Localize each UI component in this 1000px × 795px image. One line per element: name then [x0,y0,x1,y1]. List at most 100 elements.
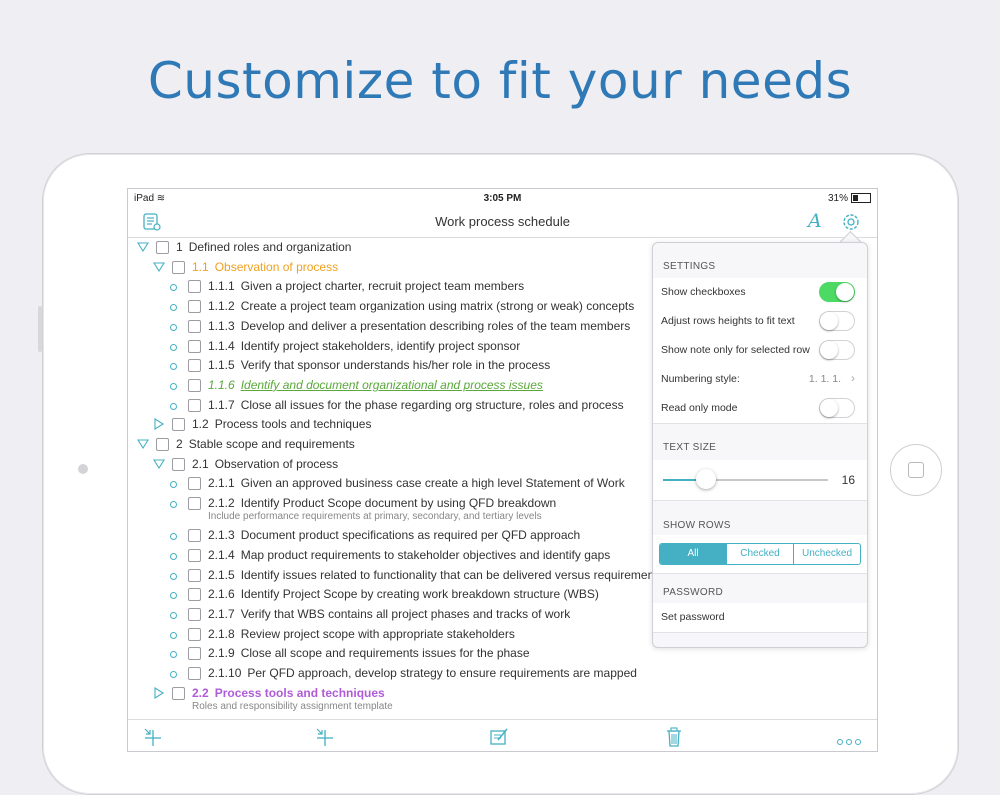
battery-icon [851,193,871,204]
row-checkbox[interactable] [188,647,201,661]
bullet-icon [170,592,177,600]
row-checkbox[interactable] [188,378,201,392]
trash-icon[interactable] [664,726,684,751]
bullet-icon [170,363,177,371]
row-checkbox[interactable] [188,339,201,353]
row-checkbox[interactable] [188,319,201,333]
row-text: 2.1.2 Identify Product Scope document by … [208,496,556,510]
settings-header: SETTINGS [663,261,716,272]
bullet-icon [170,501,177,509]
set-password-cell[interactable]: Set password [653,603,867,633]
row-label: Process tools and techniques [214,685,385,700]
text-size-cell: 16 [653,460,867,501]
row-number: 2.1.10 [208,666,242,680]
row-number: 1.2 [192,417,209,432]
adjust-rows-toggle[interactable] [819,311,855,331]
row-number: 1.1.5 [208,358,235,373]
row-checkbox[interactable] [188,548,201,562]
row-checkbox[interactable] [188,529,201,543]
chevron-down-icon[interactable] [137,438,149,450]
row-text: 1.1.3 Develop and deliver a presentation … [208,319,630,333]
chevron-down-icon[interactable] [137,241,149,253]
row-checkbox[interactable] [156,241,169,254]
row-text: 2.1.9 Close all scope and requirements is… [208,646,530,660]
edit-note-icon[interactable] [488,726,510,751]
row-checkbox[interactable] [188,588,201,602]
row-checkbox[interactable] [156,438,169,451]
add-child-icon[interactable] [142,726,164,751]
row-label: Develop and deliver a presentation descr… [240,318,631,333]
row-number: 2.1.3 [208,528,235,543]
outline-row[interactable]: 2.1.10 Per QFD approach, develop strategy… [128,666,877,686]
show-rows-option[interactable]: Checked [727,544,794,564]
numbering-style-value: 1. 1. 1. [808,373,841,385]
chevron-down-icon[interactable] [153,458,165,470]
font-icon[interactable]: A [808,210,822,232]
row-text: 1.1.5 Verify that sponsor understands his… [208,358,550,372]
slider-knob[interactable] [696,469,716,489]
row-label: Per QFD approach, develop strategy to en… [247,666,637,680]
row-checkbox[interactable] [172,418,185,432]
battery-status: 31% [828,193,871,204]
row-label: Defined roles and organization [188,240,352,254]
text-size-slider[interactable] [663,469,828,489]
row-checkbox[interactable] [188,359,201,373]
chevron-right-icon: › [851,371,855,385]
row-label: Identify and document organizational and… [240,377,543,392]
show-note-toggle[interactable] [819,340,855,360]
row-label: Review project scope with appropriate st… [240,626,515,641]
row-label: Identify Product Scope document by using… [240,496,557,511]
row-text: 1 Defined roles and organization [176,240,351,254]
row-number: 2.1 [192,456,209,471]
row-label: Process tools and techniques [214,417,372,432]
row-text: 2.2 Process tools and techniques [192,686,385,700]
row-checkbox[interactable] [188,300,201,314]
row-label: Given a project charter, recruit project… [240,279,525,294]
numbering-style-cell[interactable]: Numbering style: 1. 1. 1. › [653,365,867,395]
row-number: 2.1.7 [208,606,235,621]
row-checkbox[interactable] [188,607,201,621]
nav-bar: Work process schedule A [128,207,877,238]
row-text: 2.1.6 Identify Project Scope by creating … [208,587,599,601]
outline-row[interactable]: 2.1.9 Close all scope and requirements is… [128,646,877,666]
row-number: 1.1.2 [208,299,235,314]
row-checkbox[interactable] [188,280,201,294]
show-checkboxes-toggle[interactable] [819,282,855,302]
row-number: 2.1.4 [208,547,235,562]
chevron-down-icon[interactable] [153,261,165,273]
row-checkbox[interactable] [188,568,201,582]
bullet-icon [170,671,177,678]
row-checkbox[interactable] [172,260,185,274]
row-checkbox[interactable] [188,398,201,412]
read-only-label: Read only mode [661,402,738,414]
row-label: Identify Project Scope by creating work … [240,587,599,602]
add-sibling-icon[interactable] [314,726,336,751]
row-checkbox[interactable] [188,477,201,491]
row-number: 1.1.6 [208,377,235,392]
row-checkbox[interactable] [188,667,201,680]
bullet-icon [170,343,177,351]
more-icon[interactable] [836,733,862,751]
home-button[interactable] [890,444,942,496]
row-text: 2.1.7 Verify that WBS contains all projec… [208,607,570,621]
row-text: 2.1.8 Review project scope with appropria… [208,627,515,641]
row-label: Given an approved business case create a… [240,476,625,491]
show-rows-option[interactable]: Unchecked [794,544,860,564]
row-label: Verify that sponsor understands his/her … [240,358,551,373]
row-checkbox[interactable] [188,497,201,511]
row-checkbox[interactable] [188,627,201,641]
row-text: 2 Stable scope and requirements [176,437,355,451]
row-checkbox[interactable] [172,686,185,700]
nav-title: Work process schedule [435,214,570,229]
bullet-icon [170,631,177,639]
show-rows-header: SHOW ROWS [663,520,731,531]
password-header: PASSWORD [663,587,723,598]
row-number: 2.1.2 [208,496,235,511]
read-only-toggle[interactable] [819,398,855,418]
row-number: 1.1.4 [208,338,235,353]
show-note-cell: Show note only for selected row [653,336,867,366]
chevron-right-icon[interactable] [153,418,165,431]
chevron-right-icon[interactable] [153,686,165,699]
row-checkbox[interactable] [172,457,185,471]
show-rows-option[interactable]: All [660,544,727,564]
